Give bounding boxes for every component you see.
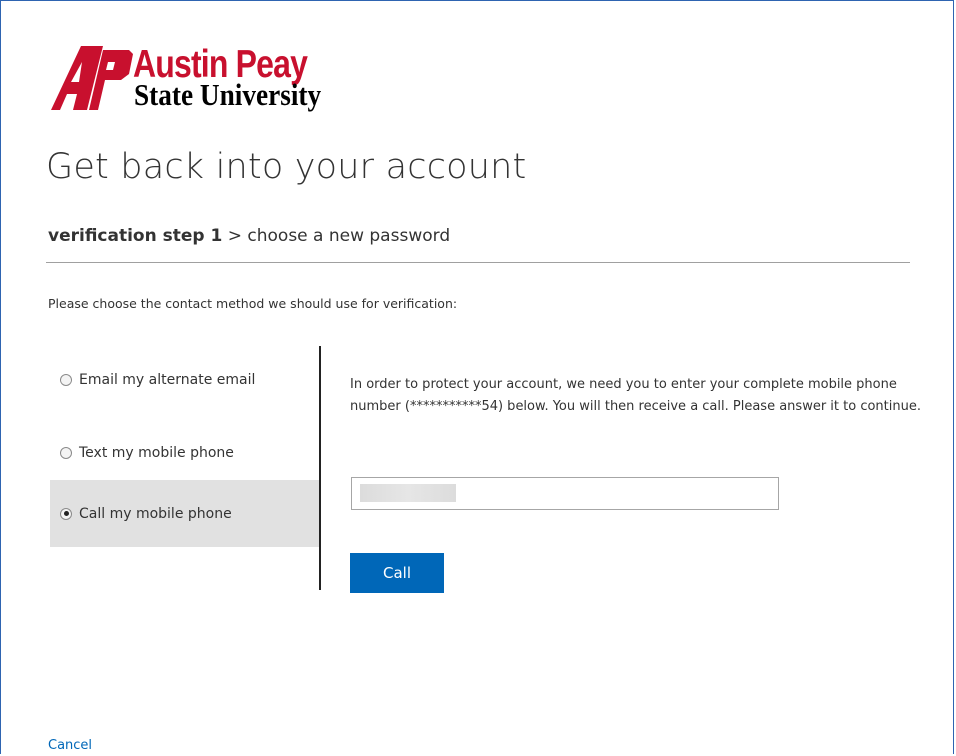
method-option-email[interactable]: Email my alternate email	[50, 346, 319, 413]
method-label-call: Call my mobile phone	[79, 505, 232, 522]
ap-logo-mark-icon	[51, 46, 133, 110]
breadcrumb-next-step: choose a new password	[247, 226, 451, 246]
logo-text-state-university: State University	[134, 77, 322, 112]
phone-number-input[interactable]	[351, 477, 779, 510]
cancel-link[interactable]: Cancel	[48, 738, 92, 753]
radio-call[interactable]	[60, 507, 72, 520]
method-panel-divider	[319, 346, 321, 590]
method-label-email: Email my alternate email	[79, 371, 256, 388]
breadcrumb: verification step 1 > choose a new passw…	[48, 226, 450, 246]
call-instructions: In order to protect your account, we nee…	[350, 377, 921, 414]
breadcrumb-current-step: verification step 1	[48, 226, 223, 246]
contact-method-instruction: Please choose the contact method we shou…	[48, 296, 458, 311]
method-option-call[interactable]: Call my mobile phone	[50, 480, 319, 547]
radio-text[interactable]	[60, 446, 72, 459]
university-logo: Austin Peay State University	[51, 42, 361, 118]
call-button[interactable]: Call	[350, 553, 444, 593]
method-option-text[interactable]: Text my mobile phone	[50, 419, 319, 486]
page-title: Get back into your account	[46, 147, 527, 187]
breadcrumb-divider	[46, 262, 910, 263]
radio-email[interactable]	[60, 373, 72, 386]
method-label-text: Text my mobile phone	[79, 444, 234, 461]
breadcrumb-separator: >	[227, 226, 242, 246]
